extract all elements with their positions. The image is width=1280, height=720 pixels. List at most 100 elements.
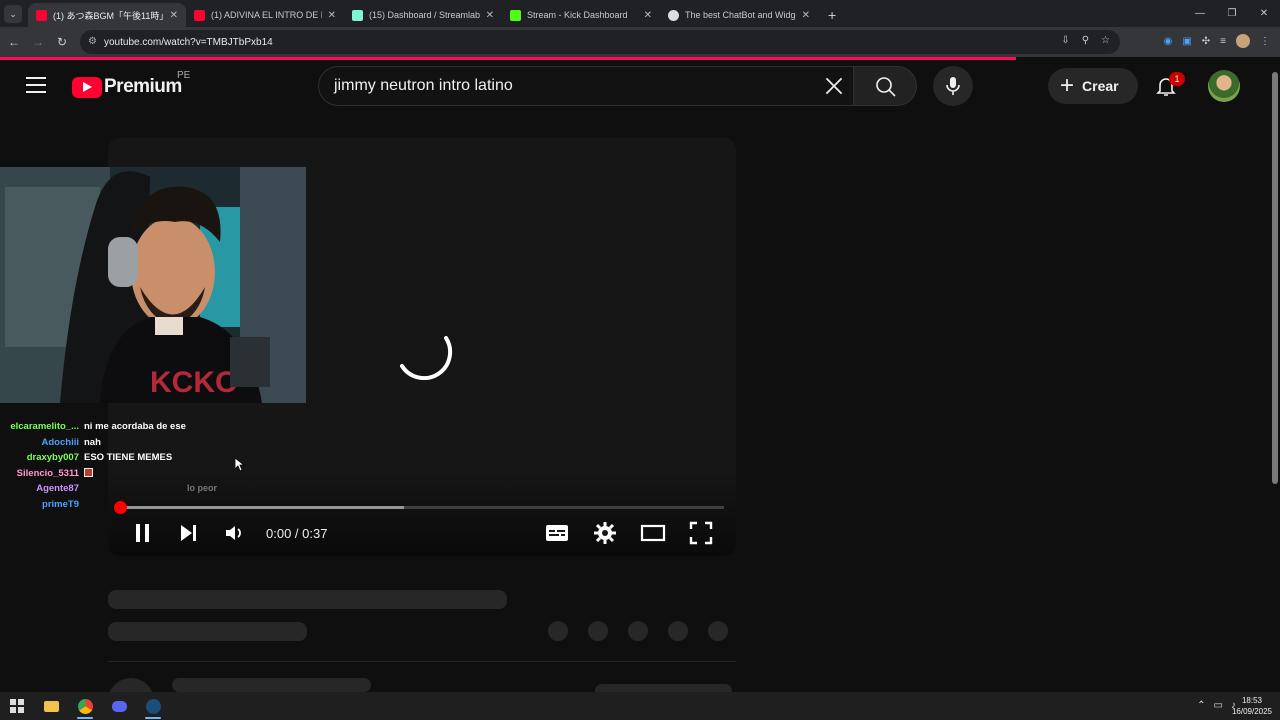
discord-icon [111,700,127,712]
forward-icon[interactable]: → [26,35,50,49]
clear-search-icon[interactable] [821,73,847,99]
scrollbar-thumb[interactable] [1272,72,1278,484]
tab-title: (1) あつ森BGM「午後11時」ホタル [53,10,164,21]
zoom-icon[interactable]: ⚲ [1082,35,1089,46]
chat-message: primeT9 [0,497,300,513]
taskbar-file-explorer[interactable] [34,692,68,720]
chat-username: Adochiii [41,436,79,448]
tab-close-icon[interactable]: ✕ [328,10,336,21]
browser-menu-icon[interactable]: ⋮ [1260,36,1270,47]
system-tray: ⌃ ▭ ♪ [1197,700,1236,711]
tab-close-icon[interactable]: ✕ [486,10,494,21]
logo-text: Premium [104,76,182,97]
browser-tab[interactable]: (1) ADIVINA EL INTRO DE LA CA ✕ [186,3,344,27]
action-skeleton [668,621,688,641]
microphone-icon [946,77,960,95]
steam-icon [145,698,161,714]
bookmark-star-icon[interactable]: ☆ [1101,35,1110,46]
folder-icon [43,700,59,712]
taskbar-clock[interactable]: 18:53 16/09/2025 [1232,695,1272,717]
create-button[interactable]: + Crear [1048,68,1138,104]
chrome-icon [77,698,93,714]
svg-text:KCKO: KCKO [150,366,238,399]
address-bar[interactable]: ⚙ youtube.com/watch?v=TMBJTbPxb14 [80,30,1120,54]
browser-tab-bar: ⌄ (1) あつ森BGM「午後11時」ホタル ✕ (1) ADIVINA EL … [0,0,1280,27]
browser-tab[interactable]: Stream - Kick Dashboard ✕ [502,3,660,27]
profile-avatar-icon[interactable] [1236,34,1250,48]
start-button[interactable] [0,692,34,720]
network-icon[interactable]: ▭ [1214,700,1223,711]
webcam-overlay: KCKO [0,167,306,403]
pause-icon[interactable] [130,520,156,546]
chat-text: ESO TIENE MEMES [84,452,173,464]
tray-overflow-icon[interactable]: ⌃ [1197,700,1205,711]
streamlabs-favicon-icon [352,9,363,21]
reload-icon[interactable]: ↻ [50,35,74,49]
windows-taskbar: ⌃ ▭ ♪ 18:53 16/09/2025 [0,692,1280,720]
chat-message: Agente87 [0,481,300,497]
subtitles-icon[interactable] [544,520,570,546]
address-bar-icons: ⇩ ⚲ ☆ [1061,35,1110,46]
notification-count-badge: 1 [1169,72,1185,86]
browser-tab[interactable]: (15) Dashboard / Streamlabs ✕ [344,3,502,27]
media-control-icon[interactable]: ≡ [1220,36,1226,47]
back-icon[interactable]: ← [2,35,26,49]
player-controls: 0:00 / 0:37 [108,516,736,550]
tab-close-icon[interactable]: ✕ [644,10,652,21]
youtube-play-logo-icon [72,76,102,98]
taskbar-discord[interactable] [102,692,136,720]
search-input[interactable]: jimmy neutron intro latino [318,66,854,106]
youtube-favicon-icon [194,9,205,21]
action-skeleton [708,621,728,641]
tab-close-icon[interactable]: ✕ [170,10,178,21]
action-skeleton [628,621,648,641]
windows-logo-icon [10,699,24,713]
guide-menu-icon[interactable] [26,77,46,93]
search-query: jimmy neutron intro latino [334,77,513,94]
channel-skeleton [108,622,307,641]
close-window-icon[interactable]: ✕ [1248,0,1280,27]
plus-icon: + [1060,72,1075,99]
theater-mode-icon[interactable] [640,520,666,546]
translate-icon[interactable]: ▣ [1182,36,1191,47]
tab-close-icon[interactable]: ✕ [802,10,810,21]
streamer-webcam-image: KCKO [0,167,306,403]
extension-icon[interactable]: ◉ [1164,36,1173,47]
window-controls: — ❐ ✕ [1184,0,1280,27]
stream-chat-overlay: elcaramelito_... ni me acordaba de ese A… [0,419,300,512]
volume-icon[interactable] [221,520,247,546]
content-divider [108,661,736,662]
site-info-icon[interactable]: ⚙ [88,36,97,47]
settings-gear-icon[interactable] [592,520,618,546]
kick-favicon-icon [510,9,521,21]
action-skeleton [548,621,568,641]
voice-search-button[interactable] [933,66,973,106]
taskbar-chrome[interactable] [68,692,102,720]
search-button[interactable] [853,66,917,106]
chat-text: ni me acordaba de ese [84,421,186,433]
next-video-icon[interactable] [176,520,202,546]
tab-title: The best ChatBot and Widgets [685,10,796,20]
restore-icon[interactable]: ❐ [1216,0,1248,27]
minimize-icon[interactable]: — [1184,0,1216,27]
fullscreen-icon[interactable] [688,520,714,546]
youtube-premium-logo[interactable]: Premium PE [72,70,190,98]
extensions-area: ◉ ▣ ✣ ≡ ⋮ [1164,34,1270,48]
youtube-favicon-icon [36,9,47,21]
browser-tab[interactable]: (1) あつ森BGM「午後11時」ホタル ✕ [28,3,186,27]
tab-search-button[interactable]: ⌄ [4,5,22,23]
tab-title: (1) ADIVINA EL INTRO DE LA CA [211,10,322,20]
video-title-skeleton [108,590,507,609]
browser-tab[interactable]: The best ChatBot and Widgets ✕ [660,3,818,27]
chat-username: elcaramelito_... [10,421,79,433]
taskbar-steam[interactable] [136,692,170,720]
account-avatar[interactable] [1208,70,1240,102]
new-tab-icon[interactable]: + [828,7,836,23]
chat-message: Adochiii nah [0,435,300,451]
faded-chat-text: lo peor [187,483,218,493]
page-scrollbar[interactable] [1270,60,1280,692]
tab-title: (15) Dashboard / Streamlabs [369,10,480,20]
chat-message: elcaramelito_... ni me acordaba de ese [0,419,300,435]
install-app-icon[interactable]: ⇩ [1061,35,1069,46]
extensions-puzzle-icon[interactable]: ✣ [1202,36,1210,47]
